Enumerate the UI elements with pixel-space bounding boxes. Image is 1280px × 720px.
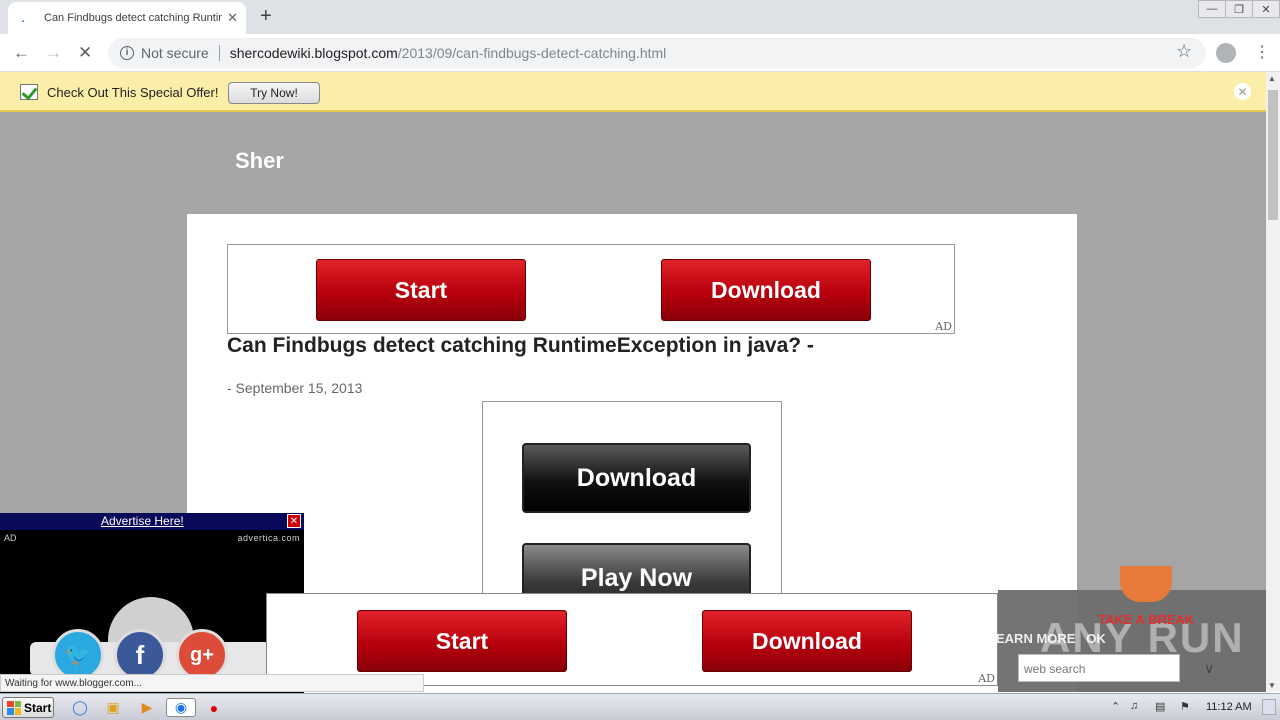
scroll-up-arrow-icon[interactable]: ▲: [1268, 74, 1276, 83]
bottom-ad-download-button[interactable]: Download: [702, 610, 912, 672]
stop-loading-icon[interactable]: ✕: [78, 43, 92, 63]
screen: . Can Findbugs detect catching Runtim ✕ …: [0, 0, 1280, 720]
advertise-here-link[interactable]: Advertise Here!: [101, 514, 184, 528]
not-secure-label: Not secure: [141, 45, 209, 61]
ad-tag: AD: [935, 320, 952, 333]
page-scrollbar[interactable]: ▲ ▼: [1266, 72, 1280, 692]
tab-strip: . Can Findbugs detect catching Runtim ✕ …: [0, 0, 1280, 34]
new-tab-button[interactable]: +: [260, 5, 272, 28]
ie-icon[interactable]: ◯: [69, 698, 91, 717]
advertica-close-icon[interactable]: ✕: [287, 514, 301, 528]
status-bubble: Waiting for www.blogger.com...: [0, 674, 424, 692]
minimize-button[interactable]: —: [1198, 0, 1226, 18]
post-title[interactable]: Can Findbugs detect catching RuntimeExce…: [227, 334, 814, 358]
windows-taskbar: Start ◯ ▣ ▶ ◉ ● ⌃ ♫ ▤ ⚑ 11:12 AM: [0, 693, 1280, 720]
show-desktop-button[interactable]: [1262, 699, 1276, 715]
opera-icon[interactable]: ●: [203, 698, 225, 717]
advertica-ad-label: AD: [4, 533, 17, 543]
web-search-input[interactable]: web search: [1018, 654, 1180, 682]
chevron-down-icon[interactable]: ∨: [1204, 660, 1214, 677]
back-arrow-icon[interactable]: ←: [13, 43, 30, 63]
checkmark-icon: [20, 84, 38, 100]
forward-arrow-icon[interactable]: →: [45, 43, 62, 63]
advertica-source: advertica.com: [237, 533, 300, 543]
volume-icon[interactable]: ♫: [1130, 700, 1138, 712]
info-icon[interactable]: i: [120, 46, 134, 60]
advertica-header: Advertise Here! ✕: [0, 513, 304, 530]
tray-expand-icon[interactable]: ⌃: [1111, 700, 1120, 713]
profile-avatar-icon[interactable]: [1216, 43, 1236, 63]
scrollbar-thumb[interactable]: [1268, 90, 1278, 220]
infobar-close-icon[interactable]: ✕: [1234, 83, 1251, 100]
take-a-break-logo-text: TAKE A BREAK: [1098, 612, 1195, 627]
url-path: /2013/09/can-findbugs-detect-catching.ht…: [397, 45, 667, 61]
ad-start-button[interactable]: Start: [316, 259, 526, 321]
address-bar[interactable]: i Not secure shercodewiki.blogspot.com /…: [108, 38, 1206, 68]
folder-icon[interactable]: ▣: [102, 698, 124, 717]
top-ad-banner[interactable]: Start Download AD: [227, 244, 955, 334]
close-window-button[interactable]: ✕: [1252, 0, 1280, 18]
network-icon[interactable]: ▤: [1155, 700, 1165, 713]
restore-button[interactable]: ❐: [1225, 0, 1253, 18]
try-now-button[interactable]: Try Now!: [228, 82, 320, 104]
browser-toolbar: ← → ✕ i Not secure shercodewiki.blogspot…: [0, 34, 1280, 72]
media-player-icon[interactable]: ▶: [136, 698, 158, 717]
url-host: shercodewiki.blogspot.com: [229, 45, 398, 61]
ad-black-download-button[interactable]: Download: [522, 443, 751, 513]
action-center-flag-icon[interactable]: ⚑: [1180, 700, 1190, 713]
kebab-menu-icon[interactable]: ⋮: [1254, 42, 1270, 62]
taskbar-clock[interactable]: 11:12 AM: [1206, 701, 1252, 713]
post-date[interactable]: - September 15, 2013: [227, 380, 362, 396]
tab-title: Can Findbugs detect catching Runtim: [44, 12, 222, 24]
scroll-down-arrow-icon[interactable]: ▼: [1268, 681, 1276, 690]
offer-message: Check Out This Special Offer!: [47, 85, 219, 100]
windows-logo-icon: [7, 700, 21, 715]
loading-icon: .: [20, 9, 26, 26]
window-controls: — ❐ ✕: [1198, 0, 1280, 18]
omnibox-separator: [218, 45, 220, 61]
coffee-cup-icon: [1120, 566, 1172, 602]
bottom-ad-start-button[interactable]: Start: [357, 610, 567, 672]
tab-active[interactable]: . Can Findbugs detect catching Runtim ✕: [8, 2, 246, 34]
offer-infobar: Check Out This Special Offer! Try Now! ✕: [0, 72, 1266, 112]
start-label: Start: [24, 700, 52, 715]
blog-brand[interactable]: Sher: [235, 148, 284, 174]
chrome-icon[interactable]: ◉: [166, 698, 196, 717]
ad-download-button[interactable]: Download: [661, 259, 871, 321]
tab-close-icon[interactable]: ✕: [227, 10, 238, 26]
bottom-ad-banner[interactable]: Start Download AD: [266, 593, 998, 686]
bookmark-star-icon[interactable]: ☆: [1176, 41, 1192, 62]
start-button[interactable]: Start: [2, 697, 54, 718]
bottom-ad-tag: AD: [978, 672, 995, 685]
